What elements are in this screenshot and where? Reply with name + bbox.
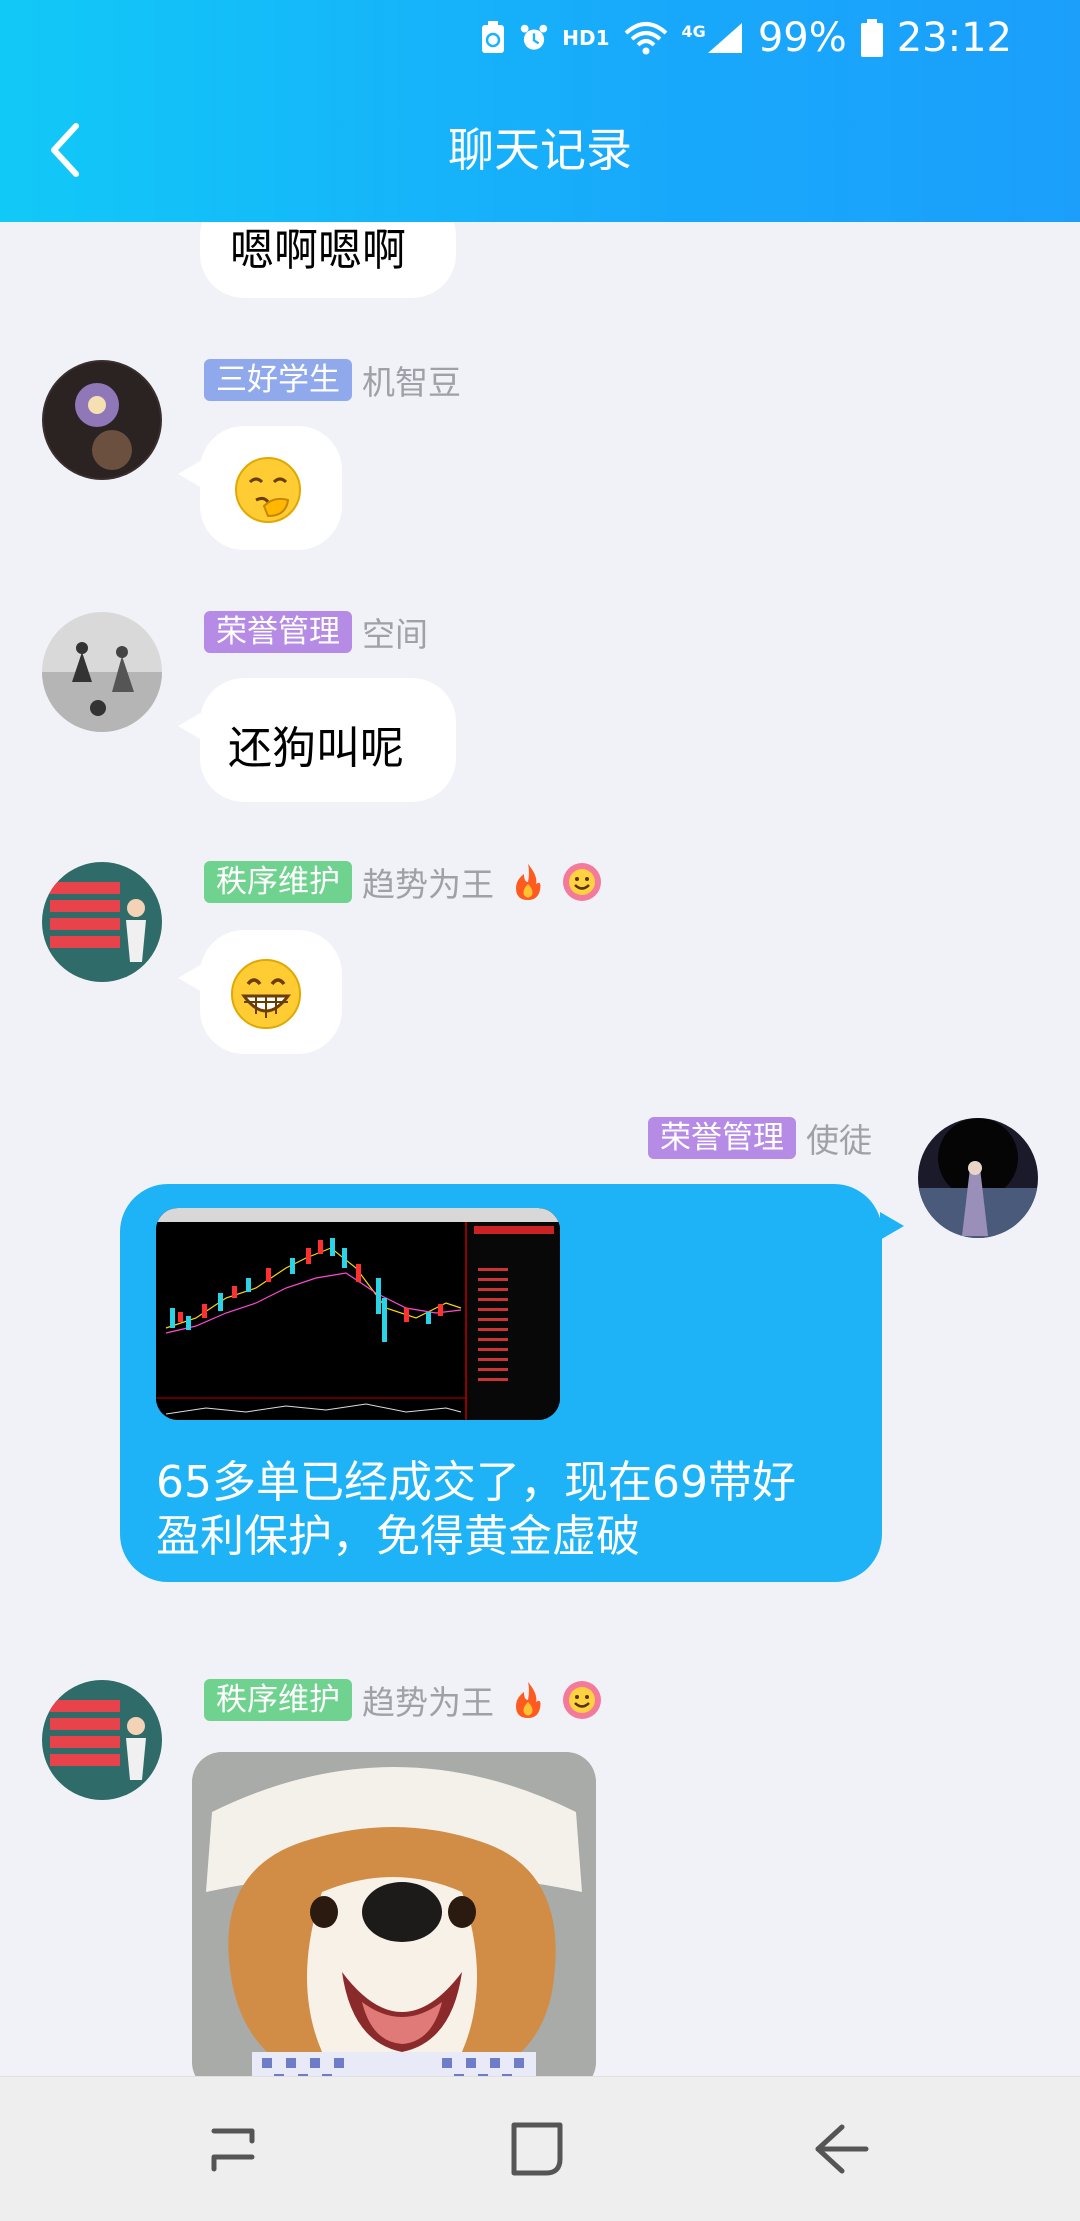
- grin-emoji-icon: [230, 958, 302, 1041]
- recycle-notification-icon: [480, 21, 506, 53]
- chat-list[interactable]: 嗯啊嗯啊 三好学生 机智豆 荣誉管理 空间 还狗叫呢 秩序维护 趋势为王 荣誉管…: [0, 222, 1080, 2076]
- corgi-photo[interactable]: [192, 1752, 596, 2076]
- avatar[interactable]: [42, 862, 162, 982]
- home-icon[interactable]: [502, 2117, 572, 2181]
- avatar[interactable]: [42, 612, 162, 732]
- sender-nickname[interactable]: 使徒: [806, 1114, 872, 1162]
- my-avatar[interactable]: [918, 1118, 1038, 1238]
- page-title: 聊天记录: [448, 123, 632, 177]
- hd-label: HD1: [562, 26, 610, 50]
- avatar[interactable]: [42, 360, 162, 480]
- sender-nickname[interactable]: 趋势为王: [362, 1676, 494, 1724]
- app-header: HD1 4G 99% 23:12 聊天记录: [0, 0, 1080, 222]
- alarm-icon: [520, 24, 548, 52]
- wifi-icon: [624, 22, 668, 55]
- clock: 23:12: [896, 15, 1012, 61]
- status-bar: HD1 4G 99% 23:12: [482, 0, 1080, 76]
- message-bubble[interactable]: 还狗叫呢: [178, 678, 456, 802]
- avatar[interactable]: [42, 1680, 162, 1800]
- stock-chart-image[interactable]: [156, 1208, 560, 1420]
- member-badge: 三好学生: [204, 359, 352, 401]
- message-meta: 三好学生 机智豆: [204, 358, 461, 402]
- network-label: 4G: [681, 21, 706, 41]
- message-meta: 秩序维护 趋势为王: [204, 1678, 602, 1722]
- back-icon[interactable]: [806, 2117, 876, 2181]
- sender-nickname[interactable]: 趋势为王: [362, 858, 494, 906]
- member-badge: 秩序维护: [204, 861, 352, 903]
- message-text: 还狗叫呢: [228, 723, 404, 774]
- message-bubble[interactable]: [178, 930, 342, 1054]
- signal-icon: [706, 23, 744, 53]
- member-badge: 秩序维护: [204, 1679, 352, 1721]
- recent-apps-icon[interactable]: [200, 2117, 270, 2181]
- message-meta: 荣誉管理 使徒: [648, 1116, 872, 1160]
- message-meta: 荣誉管理 空间: [204, 610, 428, 654]
- message-bubble[interactable]: [178, 426, 342, 550]
- system-nav-bar: [0, 2076, 1080, 2221]
- sender-nickname[interactable]: 空间: [362, 608, 428, 656]
- nav-bar: 聊天记录: [0, 92, 1080, 202]
- message-text: 嗯啊嗯啊: [230, 225, 406, 276]
- fire-icon: [508, 862, 548, 902]
- message-bubble[interactable]: 嗯啊嗯啊: [200, 222, 456, 298]
- smiley-flower-icon: [562, 862, 602, 902]
- my-message-bubble[interactable]: 65多单已经成交了，现在69带好 盈利保护，免得黄金虚破: [120, 1184, 904, 1582]
- smiley-flower-icon: [562, 1680, 602, 1720]
- member-badge: 荣誉管理: [204, 611, 352, 653]
- message-meta: 秩序维护 趋势为王: [204, 860, 602, 904]
- message-text-line: 盈利保护，免得黄金虚破: [156, 1511, 640, 1562]
- sender-nickname[interactable]: 机智豆: [362, 356, 461, 404]
- fire-icon: [508, 1680, 548, 1720]
- battery-icon: [860, 19, 883, 57]
- smirk-hand-emoji-icon: [234, 456, 302, 535]
- member-badge: 荣誉管理: [648, 1117, 796, 1159]
- battery-percent: 99%: [757, 15, 847, 61]
